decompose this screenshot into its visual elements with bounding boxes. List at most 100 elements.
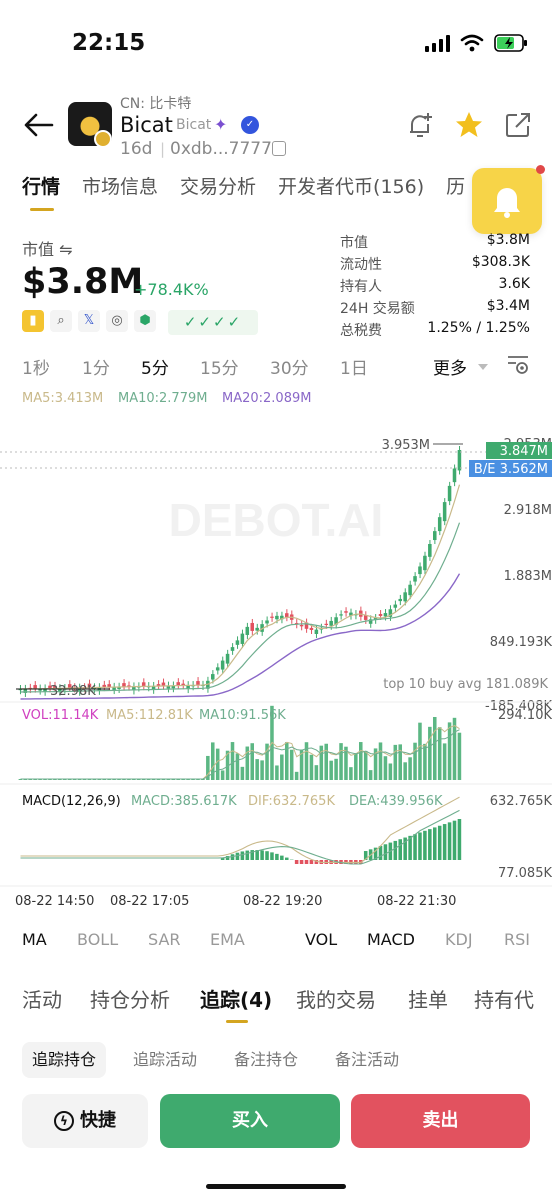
subtab-tracked-activity[interactable]: 追踪活动 [123, 1042, 207, 1078]
macd-bar [428, 829, 432, 860]
token-symbol: Bicat [176, 117, 212, 133]
macd-bar [304, 860, 309, 864]
copy-icon[interactable] [272, 141, 286, 156]
volume-bar [304, 742, 309, 780]
axis-price-3: 849.193K [490, 635, 552, 650]
subtab-noted-activity[interactable]: 备注活动 [325, 1042, 409, 1078]
sell-button[interactable]: 卖出 [351, 1094, 530, 1148]
volume-bar [413, 742, 417, 780]
tab-holdings-analysis[interactable]: 持仓分析 [90, 984, 170, 1013]
volume-bar [398, 744, 402, 780]
shield-icon[interactable]: ⬢ [134, 310, 156, 332]
globe-icon[interactable]: ◎ [106, 310, 128, 332]
price-chart[interactable]: DEBOT.AI MA5:3.413M MA10:2.779M MA20:2.0… [0, 386, 552, 916]
indicator-ma[interactable]: MA [22, 930, 47, 949]
alert-bell-button[interactable] [472, 168, 542, 234]
subtab-noted-holdings[interactable]: 备注持仓 [224, 1042, 308, 1078]
tab-my-trades[interactable]: 我的交易 [296, 984, 376, 1013]
candle [196, 681, 200, 685]
subtab-tracked-holdings[interactable]: 追踪持仓 [22, 1042, 107, 1078]
tab-market[interactable]: 行情 [22, 172, 60, 212]
stat-label-volume: 24H 交易额 [340, 301, 415, 317]
token-address[interactable]: 0xdb...7777 [170, 139, 272, 159]
back-arrow-icon[interactable] [22, 108, 56, 142]
stat-value-mc: $3.8M [486, 232, 530, 248]
tab-trade-analysis[interactable]: 交易分析 [180, 172, 256, 212]
notification-dot [536, 165, 545, 174]
tab-history[interactable]: 历 [446, 172, 465, 212]
volume-bar [309, 754, 314, 780]
time-label-2: 08-22 19:20 [243, 894, 322, 909]
battery-icon [494, 34, 527, 52]
token-cn-name: CN: 比卡特 [120, 96, 192, 112]
volume-bar [388, 763, 393, 780]
indicator-boll[interactable]: BOLL [77, 930, 118, 949]
indicator-vol[interactable]: VOL [305, 930, 337, 949]
indicator-kdj[interactable]: KDJ [445, 930, 473, 949]
tab-dev-tokens[interactable]: 开发者代币(156) [278, 172, 424, 212]
token-age: 16d [120, 139, 153, 159]
candle [309, 627, 314, 631]
interval-1m[interactable]: 1分 [82, 354, 110, 379]
interval-1d[interactable]: 1日 [340, 354, 368, 379]
tab-market-info[interactable]: 市场信息 [82, 172, 158, 212]
top-tabs: 行情 市场信息 交易分析 开发者代币(156) 历 [0, 172, 465, 212]
stat-value-volume: $3.4M [486, 298, 530, 314]
candle [240, 633, 245, 644]
tab-holders[interactable]: 持有代 [474, 984, 534, 1013]
interval-more[interactable]: 更多 [433, 354, 467, 379]
quick-trade-button[interactable]: ϟ 快捷 [22, 1094, 148, 1148]
macd-bar [245, 850, 250, 860]
add-alert-icon[interactable] [405, 110, 435, 140]
axis-price-2: 1.883M [504, 569, 552, 584]
interval-30m[interactable]: 30分 [270, 354, 309, 379]
candle [215, 667, 220, 671]
volume-bar [275, 765, 279, 780]
tab-activity[interactable]: 活动 [22, 984, 62, 1013]
interval-1s[interactable]: 1秒 [22, 354, 50, 379]
tab-orders[interactable]: 挂单 [408, 984, 448, 1013]
search-icon[interactable]: ⌕ [50, 310, 72, 332]
star-icon[interactable] [454, 110, 484, 140]
indicator-macd[interactable]: MACD [367, 930, 415, 949]
candle [442, 502, 447, 522]
macd-title: MACD(12,26,9) [22, 794, 121, 809]
candle [285, 613, 289, 618]
market-cap-label[interactable]: 市值 ⇋ [22, 236, 73, 260]
volume-bar [423, 743, 427, 780]
candle [344, 611, 348, 613]
volume-bar [452, 717, 457, 780]
candle [225, 653, 230, 664]
indicator-rsi[interactable]: RSI [504, 930, 530, 949]
volume-bar [250, 743, 254, 780]
chart-settings-icon[interactable] [506, 352, 530, 376]
volume-bar [433, 717, 437, 780]
candle [428, 543, 432, 557]
dif-value: DIF:632.765K [248, 794, 335, 809]
macd-axis-0: 632.765K [490, 794, 552, 809]
social-links: ▮ ⌕ 𝕏 ◎ ⬢ [22, 310, 156, 332]
vol-ma5-label: MA5:112.81K [106, 708, 193, 723]
volume-bar [383, 756, 388, 780]
volume-bar [215, 748, 220, 780]
interval-15m[interactable]: 15分 [200, 354, 239, 379]
tab-underline [30, 208, 54, 211]
verified-icon: ✓ [241, 116, 259, 134]
book-icon[interactable]: ▮ [22, 310, 44, 332]
indicator-ema[interactable]: EMA [210, 930, 245, 949]
macd-bar [294, 860, 299, 864]
share-icon[interactable] [503, 110, 533, 140]
candle [457, 450, 462, 471]
tab-tracking[interactable]: 追踪(4) [200, 984, 272, 1013]
interval-5m[interactable]: 5分 [141, 354, 169, 379]
volume-bar [235, 753, 240, 780]
candle [329, 620, 333, 626]
x-icon[interactable]: 𝕏 [78, 310, 100, 332]
top10-label: top 10 buy avg 181.089K [383, 677, 548, 692]
indicator-sar[interactable]: SAR [148, 930, 181, 949]
volume-bar [285, 742, 289, 780]
wifi-icon [460, 34, 484, 52]
security-checks[interactable]: ✓✓✓✓ [168, 310, 258, 335]
buy-button[interactable]: 买入 [160, 1094, 340, 1148]
time-label-1: 08-22 17:05 [110, 894, 189, 909]
